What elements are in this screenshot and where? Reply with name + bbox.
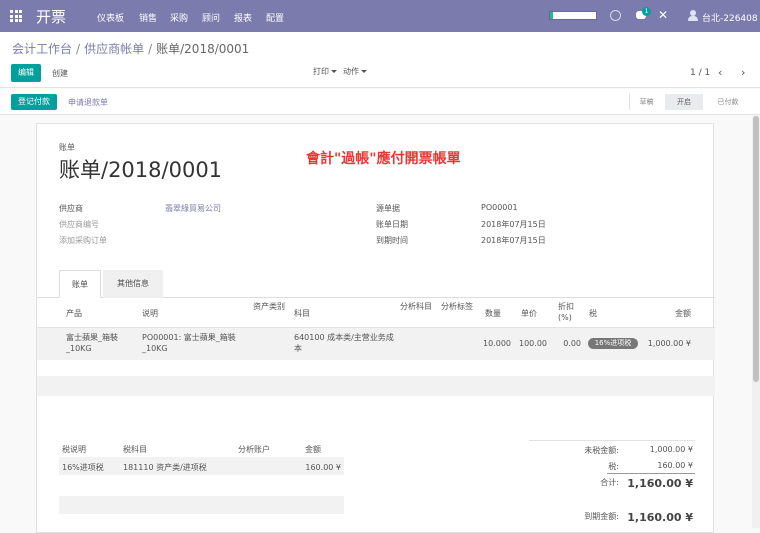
tab-other-info[interactable]: 其他信息 [103, 270, 163, 298]
apps-grid-icon[interactable] [10, 10, 22, 22]
doc-title: 账单/2018/0001 [59, 158, 223, 182]
col-product: 产品 [66, 309, 82, 318]
top-navbar: 开票 仪表板 销售 采购 顾问 报表 配置 1 ✕ 台北-226408 [0, 0, 760, 32]
menu-advisor[interactable]: 顾问 [202, 11, 220, 24]
app-title: 开票 [36, 8, 67, 26]
cell-amount: 1,000.00 ¥ [647, 339, 691, 348]
tax-cell-amount: 160.00 ¥ [305, 463, 341, 472]
cell-discount: 0.00 [563, 339, 581, 348]
scrollbar-thumb[interactable] [753, 116, 759, 382]
add-po-label: 添加采购订单 [59, 236, 107, 245]
action-label: 动作 [343, 67, 359, 76]
tax-col-amount: 金额 [305, 445, 321, 454]
menu-config[interactable]: 配置 [266, 11, 284, 24]
amount-due-value: 1,160.00 ¥ [627, 511, 693, 524]
clock-icon[interactable] [610, 10, 621, 21]
tax-tag-badge: 16%进项税 [588, 338, 638, 349]
register-payment-button[interactable]: 登记付款 [11, 94, 57, 110]
cell-account: 640100 成本类/主营业务成本 [294, 333, 394, 353]
breadcrumb-separator: / [76, 42, 81, 56]
breadcrumb-current: 账单/2018/0001 [156, 42, 250, 56]
annotation-text: 會計"過帳"應付開票帳單 [306, 151, 461, 167]
create-button[interactable]: 创建 [52, 68, 68, 79]
menu-sales[interactable]: 销售 [139, 11, 157, 24]
breadcrumb-accounting[interactable]: 会计工作台 [12, 42, 72, 56]
bill-date-label: 账单日期 [376, 220, 408, 229]
menu-dashboard[interactable]: 仪表板 [97, 11, 124, 24]
caret-down-icon [331, 70, 337, 73]
cell-product: 富士蘋果_箱裝_10KG [66, 333, 118, 353]
col-quantity: 数量 [485, 309, 501, 318]
caret-down-icon [361, 70, 367, 73]
ask-refund-button[interactable]: 申请退款单 [68, 97, 108, 108]
menu-purchase[interactable]: 采购 [170, 11, 188, 24]
tax-cell-description: 16%进项税 [62, 463, 104, 472]
col-account: 科目 [294, 309, 310, 318]
source-doc-label: 源单据 [376, 204, 400, 213]
stage-draft[interactable]: 草稿 [629, 94, 663, 110]
vendor-value[interactable]: 翡翠綠貿易公司 [165, 203, 221, 214]
vendor-label: 供应商 [59, 204, 83, 213]
source-doc-value: PO00001 [481, 203, 518, 212]
total-value: 1,160.00 ¥ [627, 477, 693, 490]
col-discount: 折扣(%) [558, 302, 574, 322]
tax-footer-band [59, 496, 344, 514]
tab-bill[interactable]: 账单 [59, 270, 101, 298]
cell-quantity: 10.000 [483, 339, 511, 348]
action-dropdown[interactable]: 动作 [343, 66, 367, 77]
untaxed-value: 1,000.00 ¥ [649, 445, 693, 454]
tax-total-value: 160.00 ¥ [657, 461, 693, 470]
bill-date-value: 2018年07月15日 [481, 220, 546, 229]
menu-reports[interactable]: 报表 [234, 11, 252, 24]
chevron-right-icon[interactable]: › [741, 66, 745, 79]
tax-cell-account: 181110 资产类/进项税 [123, 463, 207, 472]
total-divider [607, 473, 695, 474]
stage-open[interactable]: 开启 [665, 94, 703, 110]
user-avatar-icon[interactable] [688, 10, 698, 21]
col-amount: 金额 [675, 309, 691, 318]
tax-col-account: 税科目 [123, 445, 147, 454]
col-description: 说明 [142, 309, 158, 318]
notification-badge: 1 [642, 7, 651, 16]
stage-paid[interactable]: 已付款 [706, 94, 750, 110]
col-unit-price: 单价 [521, 309, 537, 318]
tax-col-analytic: 分析账户 [238, 445, 270, 454]
control-panel: 会计工作台 / 供应商帐单 / 账单/2018/0001 编辑 创建 打印 动作 1 /… [0, 32, 760, 88]
col-analytic-tags: 分析标签 [441, 302, 473, 311]
cell-description: PO00001: 富士蘋果_箱裝_10KG [142, 333, 236, 353]
due-date-value: 2018年07月15日 [481, 236, 546, 245]
user-name[interactable]: 台北-226408 [702, 11, 758, 24]
breadcrumb: 会计工作台 / 供应商帐单 / 账单/2018/0001 [12, 40, 249, 57]
page-scrollbar[interactable] [752, 116, 760, 528]
status-header: 登记付款 申请退款单 草稿 开启 已付款 [0, 89, 760, 115]
print-dropdown[interactable]: 打印 [313, 66, 337, 77]
col-analytic-account: 分析科目 [400, 302, 432, 311]
due-date-label: 到期时间 [376, 236, 408, 245]
close-x-icon[interactable]: ✕ [658, 8, 668, 22]
doc-type-label: 账单 [59, 143, 75, 152]
totals-divider [529, 440, 695, 441]
pager-value[interactable]: 1 / 1 [690, 68, 710, 78]
breadcrumb-vendor-bills[interactable]: 供应商帐单 [84, 42, 144, 56]
edit-button[interactable]: 编辑 [11, 64, 41, 82]
status-progress-bar [549, 11, 597, 20]
form-sheet: 账单 账单/2018/0001 會計"過帳"應付開票帳單 供应商 翡翠綠貿易公司… [36, 123, 715, 533]
cell-unit-price: 100.00 [519, 339, 547, 348]
chevron-left-icon[interactable]: ‹ [718, 66, 722, 79]
print-label: 打印 [313, 67, 329, 76]
col-asset-category: 资产类别 [253, 302, 285, 311]
table-footer-band [37, 376, 715, 396]
col-taxes: 税 [589, 309, 597, 318]
tax-col-description: 税说明 [62, 445, 86, 454]
vendor-ref-label: 供应商编号 [59, 220, 99, 229]
breadcrumb-separator: / [148, 42, 153, 56]
